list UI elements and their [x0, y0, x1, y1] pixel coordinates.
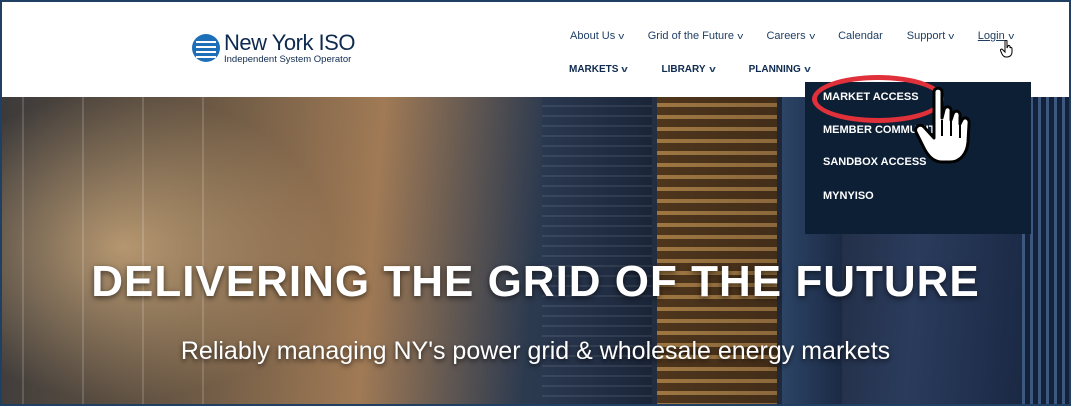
chevron-down-icon: v	[621, 64, 629, 74]
menu-item-mynyiso[interactable]: MYNYISO	[823, 190, 874, 202]
nav-support[interactable]: Support v	[907, 30, 955, 42]
chevron-down-icon: v	[808, 31, 815, 41]
nav-about-us[interactable]: About Us v	[570, 30, 624, 42]
top-nav: About Us v Grid of the Future v Careers v C…	[570, 30, 1037, 42]
nav-grid-of-the-future[interactable]: Grid of the Future v	[648, 30, 743, 42]
chevron-down-icon: v	[948, 31, 955, 41]
browser-frame: New York ISO Independent System Operator…	[0, 0, 1071, 406]
nav-planning[interactable]: PLANNING v	[749, 64, 811, 75]
nav-calendar[interactable]: Calendar	[838, 30, 883, 42]
chevron-down-icon: v	[618, 31, 625, 41]
chevron-down-icon: v	[708, 64, 716, 74]
site-logo[interactable]: New York ISO Independent System Operator	[192, 32, 355, 65]
main-nav: MARKETS v LIBRARY v PLANNING v	[569, 64, 844, 75]
nav-careers[interactable]: Careers v	[766, 30, 814, 42]
nyiso-logo-icon	[192, 34, 220, 63]
menu-item-sandbox-access[interactable]: SANDBOX ACCESS	[823, 156, 927, 168]
hand-cursor-icon	[999, 39, 1014, 63]
hero-subtitle: Reliably managing NY's power grid & whol…	[180, 337, 891, 365]
logo-name: New York ISO	[224, 30, 355, 55]
logo-subtitle: Independent System Operator	[224, 54, 352, 65]
chevron-down-icon: v	[737, 31, 744, 41]
chevron-down-icon: v	[804, 64, 811, 74]
nav-library[interactable]: LIBRARY v	[661, 64, 716, 75]
nav-markets[interactable]: MARKETS v	[569, 64, 629, 75]
hand-pointer-icon	[914, 86, 974, 171]
hero-title: DELIVERING THE GRID OF THE FUTURE	[91, 257, 980, 306]
